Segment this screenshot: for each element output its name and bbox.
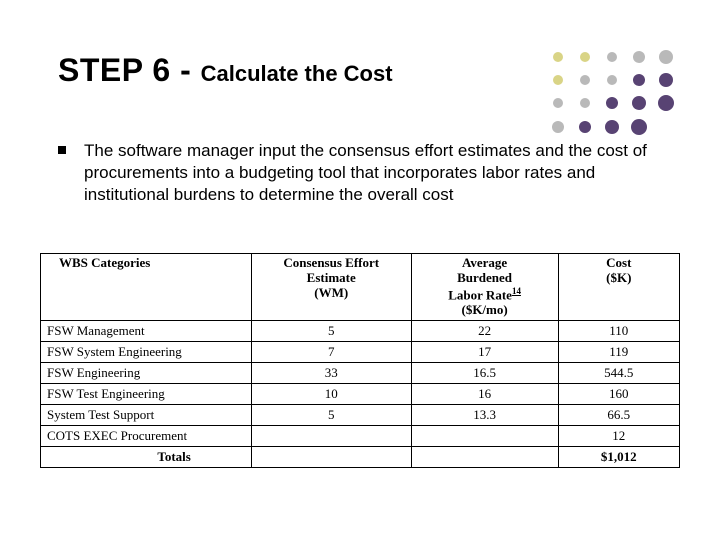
cell-rate: 17 [411, 342, 558, 363]
footer-effort [251, 447, 411, 468]
cell-effort: 5 [251, 321, 411, 342]
bullet-block: The software manager input the consensus… [58, 140, 662, 206]
title-step: STEP 6 [58, 52, 171, 88]
cell-wbs: FSW Engineering [41, 363, 252, 384]
cell-wbs: FSW System Engineering [41, 342, 252, 363]
cell-rate [411, 426, 558, 447]
cell-rate: 13.3 [411, 405, 558, 426]
cell-cost: 12 [558, 426, 679, 447]
header-effort: Consensus Effort Estimate (WM) [251, 254, 411, 321]
cell-effort: 7 [251, 342, 411, 363]
cell-effort [251, 426, 411, 447]
table-row: FSW Management 5 22 110 [41, 321, 680, 342]
cell-cost: 160 [558, 384, 679, 405]
table-row: FSW Engineering 33 16.5 544.5 [41, 363, 680, 384]
title-rest: Calculate the Cost [201, 61, 393, 86]
table-row: COTS EXEC Procurement 12 [41, 426, 680, 447]
bullet-text: The software manager input the consensus… [84, 140, 662, 206]
footer-cost: $1,012 [558, 447, 679, 468]
cell-cost: 544.5 [558, 363, 679, 384]
slide-title: STEP 6 - Calculate the Cost [58, 52, 393, 89]
header-wbs: WBS Categories [41, 254, 252, 321]
cell-effort: 33 [251, 363, 411, 384]
cell-wbs: COTS EXEC Procurement [41, 426, 252, 447]
table-row: System Test Support 5 13.3 66.5 [41, 405, 680, 426]
cell-rate: 22 [411, 321, 558, 342]
title-dash: - [171, 52, 201, 88]
table-row: FSW System Engineering 7 17 119 [41, 342, 680, 363]
cell-wbs: FSW Test Engineering [41, 384, 252, 405]
cell-rate: 16.5 [411, 363, 558, 384]
cell-effort: 5 [251, 405, 411, 426]
slide: STEP 6 - Calculate the Cost The software… [0, 0, 720, 540]
cell-wbs: System Test Support [41, 405, 252, 426]
footer-label: Totals [41, 447, 252, 468]
cell-cost: 119 [558, 342, 679, 363]
decorative-dot-grid [546, 52, 686, 147]
cell-cost: 66.5 [558, 405, 679, 426]
table-row: FSW Test Engineering 10 16 160 [41, 384, 680, 405]
table-footer-row: Totals $1,012 [41, 447, 680, 468]
cell-wbs: FSW Management [41, 321, 252, 342]
cell-cost: 110 [558, 321, 679, 342]
table-header-row: WBS Categories Consensus Effort Estimate… [41, 254, 680, 321]
header-rate: Average Burdened Labor Rate14 ($K/mo) [411, 254, 558, 321]
cost-table-wrap: WBS Categories Consensus Effort Estimate… [40, 253, 680, 468]
cell-effort: 10 [251, 384, 411, 405]
cell-rate: 16 [411, 384, 558, 405]
header-cost: Cost ($K) [558, 254, 679, 321]
bullet-icon [58, 146, 66, 154]
footer-rate [411, 447, 558, 468]
cost-table: WBS Categories Consensus Effort Estimate… [40, 253, 680, 468]
